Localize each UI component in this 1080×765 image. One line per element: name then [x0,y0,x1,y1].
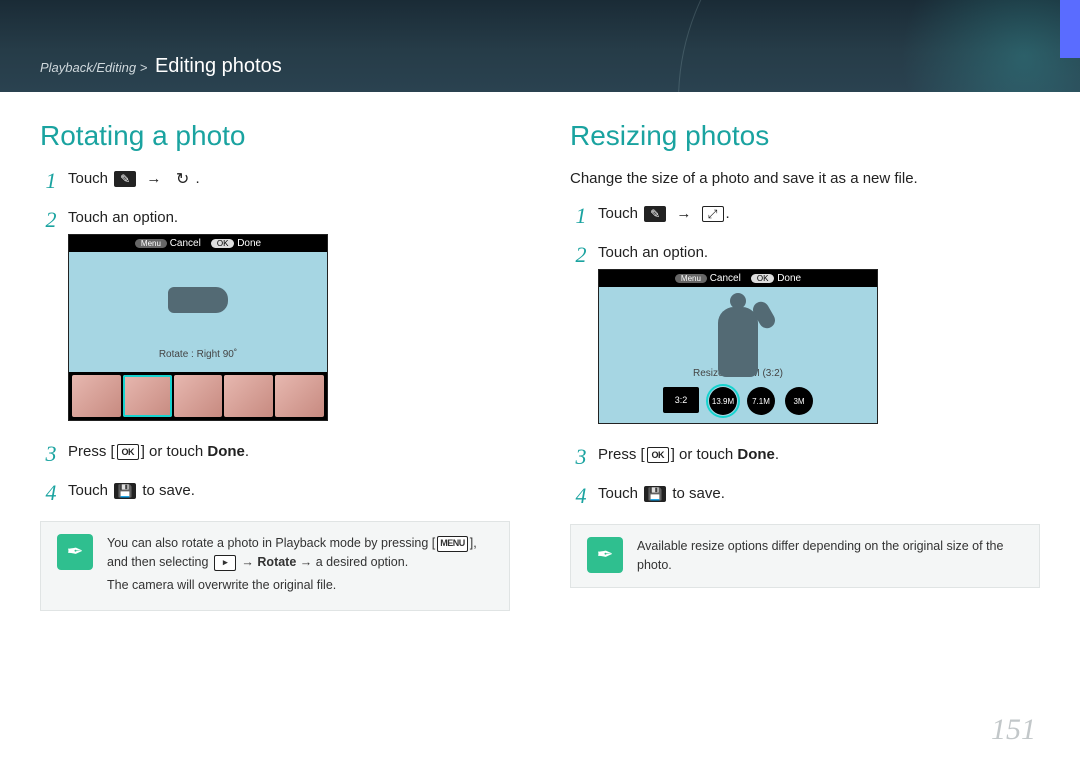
section-title-rotating: Rotating a photo [40,120,510,152]
resize-options: 3:2 13.9M 7.1M 3M [663,387,813,415]
breadcrumb-current: Editing photos [155,55,282,77]
arrow-icon: → [146,170,161,187]
step-1: Touch ✎ → ↻. [40,170,510,187]
steps-rotating: Touch ✎ → ↻. Touch an option. Menu Cance… [40,170,510,499]
resize-preview: Resize : 13.9M (3:2) 3:2 13.9M 7.1M 3M [599,287,877,423]
pen-note-icon: ✒ [587,537,623,573]
menu-key-icon: MENU [437,536,468,552]
resize-intro: Change the size of a photo and save it a… [570,170,1040,187]
thumb [174,375,223,417]
ok-pill: OK [211,239,235,248]
step-3: Press [OK] or touch Done. [40,443,510,460]
silhouette-icon [168,287,228,313]
note-text: You can also rotate a photo in Playback … [107,534,493,598]
ok-key-icon: OK [117,444,139,460]
step-1: Touch ✎ → ⤢. [570,205,1040,222]
step-4: Touch 💾 to save. [570,485,1040,502]
play-key-icon: ▸ [214,555,236,571]
rotate-preview: Rotate : Right 90˚ [69,252,327,372]
breadcrumb: Playback/Editing > Editing photos [40,55,282,78]
page-number: 151 [991,713,1036,747]
arrow-icon: → [676,205,691,222]
note-resize: ✒ Available resize options differ depend… [570,524,1040,588]
content: Rotating a photo Touch ✎ → ↻. Touch an o… [0,92,1080,611]
column-rotating: Rotating a photo Touch ✎ → ↻. Touch an o… [40,120,510,611]
header-banner: Playback/Editing > Editing photos [0,0,1080,92]
save-icon: 💾 [644,486,666,502]
breadcrumb-parent: Playback/Editing [40,60,136,75]
rotate-screenshot: Menu Cancel OK Done Rotate : Right 90˚ [68,234,328,421]
opt-size: 7.1M [747,387,775,415]
thumb [72,375,121,417]
opt-size: 3M [785,387,813,415]
note-rotate: ✒ You can also rotate a photo in Playbac… [40,521,510,611]
step-2: Touch an option. Menu Cancel OK Done Rot… [40,209,510,421]
step-2: Touch an option. Menu Cancel OK Done Res… [570,244,1040,424]
pen-note-icon: ✒ [57,534,93,570]
ok-pill: OK [751,274,775,283]
breadcrumb-sep: > [140,60,148,75]
side-tab [1060,0,1080,58]
edit-icon: ✎ [644,206,666,222]
silhouette-icon [718,307,758,377]
section-title-resizing: Resizing photos [570,120,1040,152]
steps-resizing: Touch ✎ → ⤢. Touch an option. Menu Cance… [570,205,1040,502]
thumb [224,375,273,417]
thumb [275,375,324,417]
step-3: Press [OK] or touch Done. [570,446,1040,463]
opt-size-selected: 13.9M [709,387,737,415]
menu-pill: Menu [675,274,707,283]
step-4: Touch 💾 to save. [40,482,510,499]
resize-icon: ⤢ [702,206,724,222]
thumb-selected [123,375,172,417]
ok-key-icon: OK [647,447,669,463]
rotate-caption: Rotate : Right 90˚ [159,349,237,360]
save-icon: 💾 [114,483,136,499]
note-text: Available resize options differ dependin… [637,537,1023,575]
shot-top-bar: Menu Cancel OK Done [599,270,877,287]
thumbnail-strip [69,372,327,420]
edit-icon: ✎ [114,171,136,187]
resize-screenshot: Menu Cancel OK Done Resize : 13.9M (3:2)… [598,269,878,424]
shot-top-bar: Menu Cancel OK Done [69,235,327,252]
opt-aspect: 3:2 [663,387,699,413]
column-resizing: Resizing photos Change the size of a pho… [570,120,1040,611]
rotate-icon: ↻ [172,171,194,187]
menu-pill: Menu [135,239,167,248]
